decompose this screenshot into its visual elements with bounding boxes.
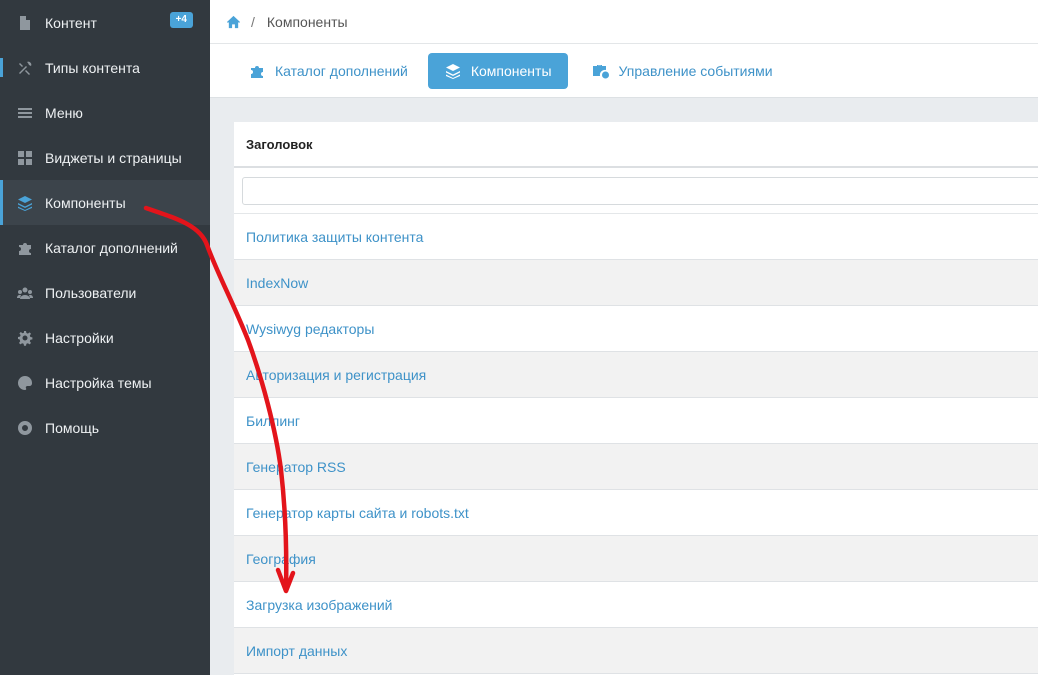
sidebar-item-label: Каталог дополнений	[45, 239, 178, 256]
puzzle-icon	[251, 65, 263, 78]
table-row: Авторизация и регистрация	[234, 352, 1038, 398]
table-row: Wysiwyg редакторы	[234, 306, 1038, 352]
component-link[interactable]: Биллинг	[246, 413, 300, 429]
tab-label: Компоненты	[470, 62, 552, 79]
palette-icon	[17, 375, 33, 391]
breadcrumb: / Компоненты	[210, 0, 1038, 44]
sidebar-item-menu[interactable]: Меню	[0, 90, 210, 135]
sidebar-item-label: Компоненты	[45, 194, 126, 211]
components-table: Заголовок Политика защиты контента Index…	[234, 122, 1038, 675]
component-link[interactable]: Загрузка изображений	[246, 597, 393, 613]
table-row: География	[234, 536, 1038, 582]
menu-icon	[17, 105, 33, 121]
sidebar-item-theme-settings[interactable]: Настройка темы	[0, 360, 210, 405]
table-row: Импорт данных	[234, 628, 1038, 674]
tab-addons-catalog[interactable]: Каталог дополнений	[238, 53, 418, 89]
table-row: Загрузка изображений	[234, 582, 1038, 628]
tools-icon	[17, 60, 33, 76]
gear-icon	[17, 330, 33, 346]
tabs-bar: Каталог дополнений Компоненты Управление…	[210, 44, 1038, 98]
component-link[interactable]: Генератор карты сайта и robots.txt	[246, 505, 469, 521]
tab-components[interactable]: Компоненты	[427, 52, 568, 89]
component-link[interactable]: Авторизация и регистрация	[246, 367, 426, 383]
component-link[interactable]: Политика защиты контента	[246, 229, 423, 245]
sidebar: Контент +4 Типы контента Меню Виджеты и …	[0, 0, 210, 675]
content-count-badge: +4	[169, 12, 193, 28]
sidebar-item-label: Настройки	[45, 329, 114, 346]
table-row: IndexNow	[234, 260, 1038, 306]
document-icon	[17, 15, 33, 31]
tab-label: Каталог дополнений	[275, 62, 408, 79]
sidebar-item-widgets[interactable]: Виджеты и страницы	[0, 135, 210, 180]
sidebar-item-label: Пользователи	[45, 284, 137, 301]
component-link[interactable]: Импорт данных	[246, 643, 347, 659]
tab-events-management[interactable]: Управление событиями	[582, 53, 783, 89]
sidebar-item-settings[interactable]: Настройки	[0, 315, 210, 360]
sidebar-item-label: Виджеты и страницы	[45, 149, 182, 166]
component-link[interactable]: География	[246, 551, 316, 567]
component-link[interactable]: IndexNow	[246, 275, 308, 291]
breadcrumb-separator: /	[251, 13, 255, 30]
table-row: Биллинг	[234, 398, 1038, 444]
sidebar-item-label: Настройка темы	[45, 374, 152, 391]
home-icon[interactable]	[226, 15, 241, 29]
sidebar-item-content[interactable]: Контент +4	[0, 0, 210, 45]
breadcrumb-current: Компоненты	[266, 13, 348, 30]
sidebar-item-addons-catalog[interactable]: Каталог дополнений	[0, 225, 210, 270]
table-row: Политика защиты контента	[234, 214, 1038, 260]
sidebar-item-components[interactable]: Компоненты	[0, 180, 210, 225]
sidebar-item-label: Меню	[45, 104, 83, 121]
sidebar-item-content-types[interactable]: Типы контента	[0, 45, 210, 90]
users-icon	[17, 285, 33, 301]
tab-label: Управление событиями	[618, 62, 773, 79]
lifebuoy-icon	[17, 420, 33, 436]
layers-icon	[17, 195, 33, 211]
briefcase-clock-icon	[592, 64, 609, 78]
table-body: Политика защиты контента IndexNow Wysiwy…	[234, 214, 1038, 674]
layers-icon	[445, 63, 460, 79]
component-link[interactable]: Генератор RSS	[246, 459, 346, 475]
table-row: Генератор карты сайта и robots.txt	[234, 490, 1038, 536]
sidebar-item-label: Типы контента	[45, 59, 140, 76]
puzzle-icon	[17, 240, 33, 256]
sidebar-item-label: Контент	[45, 14, 97, 31]
sidebar-item-label: Помощь	[45, 419, 100, 436]
column-header-title[interactable]: Заголовок	[234, 122, 1038, 168]
component-link[interactable]: Wysiwyg редакторы	[246, 321, 374, 337]
table-row: Генератор RSS	[234, 444, 1038, 490]
filter-row	[234, 168, 1038, 214]
sidebar-item-users[interactable]: Пользователи	[0, 270, 210, 315]
widgets-icon	[17, 150, 33, 166]
sidebar-item-help[interactable]: Помощь	[0, 405, 210, 450]
title-filter-input[interactable]	[242, 177, 1038, 205]
